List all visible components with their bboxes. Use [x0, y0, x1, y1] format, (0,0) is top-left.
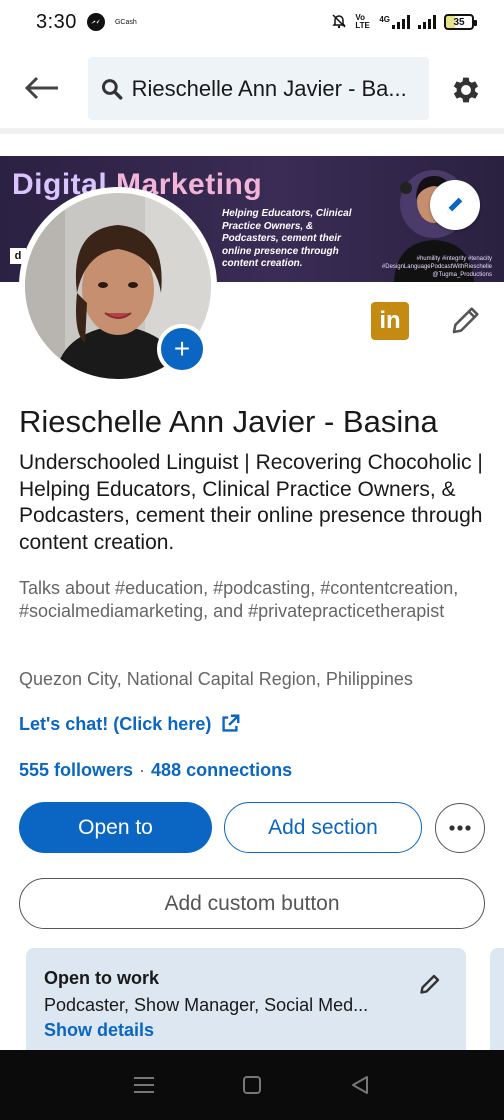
- more-horizontal-icon: [449, 825, 471, 831]
- mute-icon: [331, 13, 347, 32]
- messenger-icon: [86, 13, 105, 31]
- status-right: Vo LTE 4G 35: [331, 13, 477, 32]
- gear-icon: [453, 77, 479, 103]
- volte-label: Vo LTE: [355, 13, 370, 30]
- add-photo-button[interactable]: +: [157, 324, 207, 374]
- add-section-button[interactable]: Add section: [224, 802, 422, 853]
- open-to-work-card[interactable]: Open to work Podcaster, Show Manager, So…: [26, 948, 466, 1050]
- add-custom-button[interactable]: Add custom button: [19, 878, 485, 929]
- profile-location: Quezon City, National Capital Region, Ph…: [19, 669, 413, 689]
- next-card-peek[interactable]: [490, 948, 504, 1050]
- search-input[interactable]: Rieschelle Ann Javier - Ba...: [88, 57, 429, 120]
- status-left: 3:30 GCash: [36, 11, 137, 34]
- banner-hashtags: #humility #integrity #tenacity #DesignLa…: [382, 255, 492, 279]
- linkedin-logo-icon[interactable]: in: [371, 302, 409, 340]
- talks-about: Talks about #education, #podcasting, #co…: [19, 578, 459, 621]
- menu-lines-icon: [134, 1077, 154, 1093]
- edit-open-to-work-button[interactable]: [416, 970, 444, 998]
- pencil-icon: [420, 974, 440, 994]
- status-bar: 3:30 GCash Vo LTE 4G 35: [0, 0, 504, 44]
- network-separator: ·: [139, 760, 146, 780]
- system-nav-bar: [0, 1050, 504, 1120]
- external-link-icon: [222, 714, 240, 732]
- connections-link[interactable]: 488 connections: [151, 760, 292, 781]
- website-link[interactable]: Let's chat! (Click here): [19, 713, 241, 735]
- signal-4g-icon: 4G: [379, 15, 410, 29]
- edit-profile-button[interactable]: [446, 300, 486, 340]
- home-button[interactable]: [232, 1065, 272, 1105]
- profile-name: Rieschelle Ann Javier - Basina: [19, 404, 438, 439]
- search-value: Rieschelle Ann Javier - Ba...: [131, 75, 407, 101]
- recent-apps-button[interactable]: [124, 1065, 164, 1105]
- website-label: Let's chat! (Click here): [19, 713, 212, 734]
- banner-hashtags-line2: #DesignLanguagePodcastWithRieschelle: [381, 264, 492, 270]
- pencil-icon: [447, 197, 463, 213]
- network-stats: 555 followers · 488 connections: [19, 760, 292, 781]
- followers-link[interactable]: 555 followers: [19, 760, 133, 781]
- network-label: 4G: [379, 15, 390, 24]
- back-nav-button[interactable]: [340, 1065, 380, 1105]
- open-to-work-title: Open to work: [44, 968, 160, 988]
- signal-bars-2: [418, 15, 436, 29]
- search-icon: [101, 78, 123, 100]
- pencil-icon: [452, 307, 479, 334]
- status-time: 3:30: [36, 10, 77, 33]
- triangle-back-icon: [352, 1076, 368, 1094]
- more-options-button[interactable]: [435, 803, 485, 853]
- signal-bars-1: [392, 15, 410, 29]
- banner-tagline: Helping Educators, Clinical Practice Own…: [222, 208, 352, 269]
- back-arrow-icon: [24, 76, 58, 100]
- banner-hashtags-line1: #humility #integrity #tenacity: [416, 256, 492, 262]
- gcash-label: GCash: [114, 18, 137, 26]
- battery-icon: 35: [444, 14, 477, 30]
- open-to-button[interactable]: Open to: [19, 802, 212, 853]
- profile-headline: Underschooled Linguist | Recovering Choc…: [19, 451, 483, 554]
- edit-banner-button[interactable]: [430, 180, 480, 230]
- top-bar: Rieschelle Ann Javier - Ba...: [0, 44, 504, 134]
- show-details-link[interactable]: Show details: [44, 1020, 154, 1041]
- square-icon: [243, 1076, 261, 1094]
- settings-button[interactable]: [448, 72, 484, 108]
- back-button[interactable]: [22, 70, 62, 106]
- plus-icon: +: [173, 333, 191, 364]
- banner-hashtags-line3: @Tugma_Productions: [432, 272, 492, 278]
- battery-level: 35: [453, 16, 465, 28]
- open-to-work-roles: Podcaster, Show Manager, Social Med...: [44, 995, 369, 1015]
